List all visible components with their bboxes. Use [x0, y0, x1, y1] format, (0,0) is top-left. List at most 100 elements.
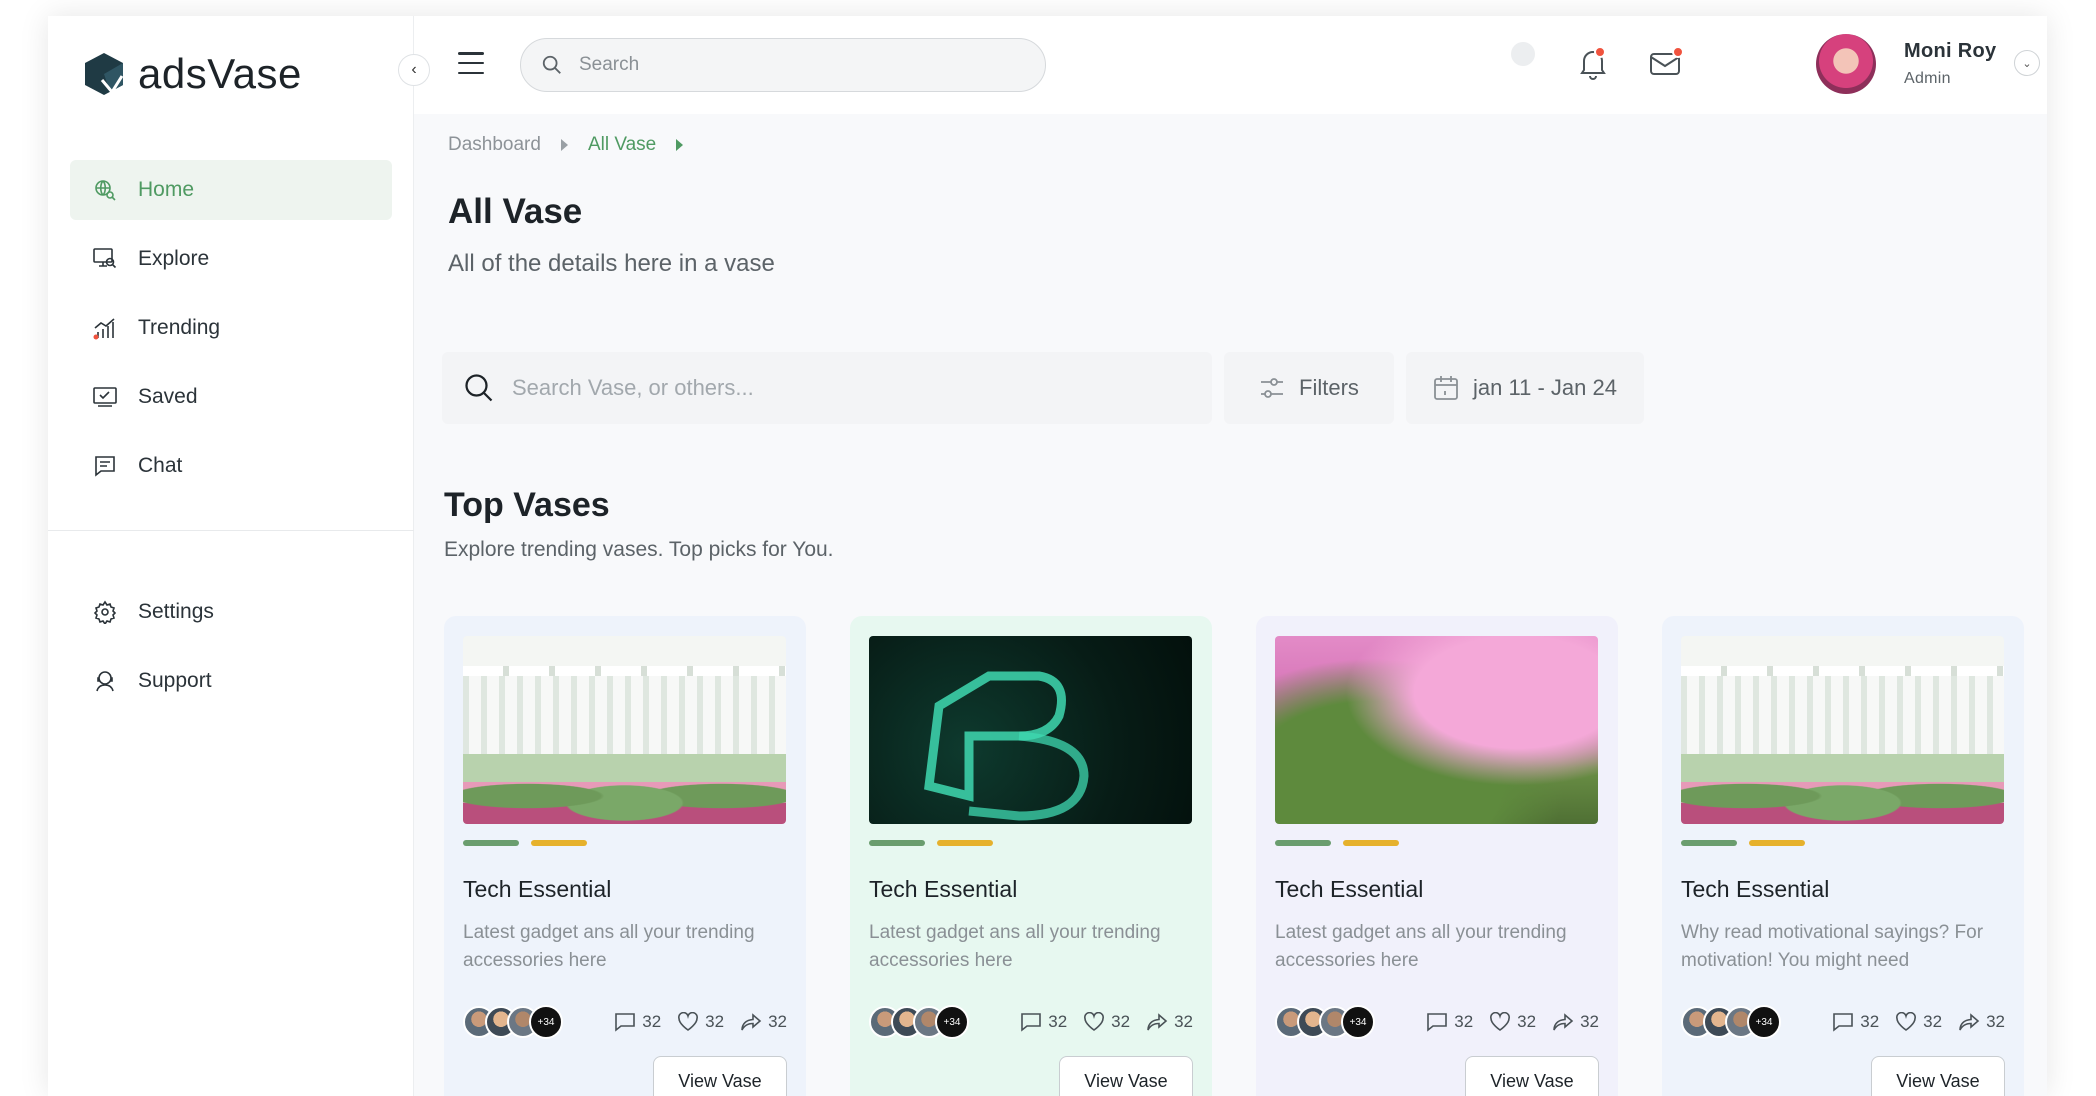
- app-window: adsVase Home Explore Trending Saved Chat…: [48, 16, 2047, 1096]
- card-meta: +34 32 32 32: [869, 1005, 1193, 1039]
- avatar-more-count: +34: [529, 1005, 563, 1039]
- sidebar-secondary-nav: Settings Support: [70, 582, 392, 720]
- comments-stat[interactable]: 32: [614, 1012, 661, 1032]
- likes-count: 32: [1111, 1012, 1131, 1031]
- comments-stat[interactable]: 32: [1832, 1012, 1879, 1032]
- sidebar-item-home[interactable]: Home: [70, 160, 392, 220]
- page-subtitle: All of the details here in a vase: [448, 250, 775, 277]
- user-menu-button[interactable]: ⌄: [2014, 50, 2040, 76]
- card-stats: 32 32 32: [1832, 1012, 2005, 1032]
- likes-stat[interactable]: 32: [1083, 1012, 1130, 1032]
- avatar-more-count: +34: [1747, 1005, 1781, 1039]
- sidebar-item-label: Support: [138, 669, 212, 692]
- chevron-left-icon: ‹: [411, 61, 417, 78]
- card-meta: +34 32 32 32: [1681, 1005, 2005, 1039]
- sidebar-item-saved[interactable]: Saved: [70, 367, 392, 427]
- vase-search-input[interactable]: [512, 375, 1152, 401]
- card-stats: 32 32 32: [1020, 1012, 1193, 1032]
- vase-card: Tech Essential Latest gadget ans all you…: [850, 616, 1212, 1096]
- user-role: Admin: [1904, 70, 1951, 87]
- shares-stat[interactable]: 32: [740, 1012, 787, 1032]
- card-meta: +34 32 32 32: [1275, 1005, 1599, 1039]
- search-icon: [465, 374, 493, 402]
- share-icon: [1147, 1013, 1168, 1031]
- vase-cards: Tech Essential Latest gadget ans all you…: [444, 616, 2024, 1096]
- avatar-group[interactable]: +34: [869, 1005, 969, 1039]
- likes-stat[interactable]: 32: [1489, 1012, 1536, 1032]
- comment-icon: [615, 1013, 636, 1032]
- menu-icon[interactable]: [458, 52, 484, 74]
- sidebar-item-chat[interactable]: Chat: [70, 436, 392, 496]
- sidebar-item-trending[interactable]: Trending: [70, 298, 392, 358]
- shares-stat[interactable]: 32: [1146, 1012, 1193, 1032]
- sidebar-item-settings[interactable]: Settings: [70, 582, 392, 642]
- comments-stat[interactable]: 32: [1426, 1012, 1473, 1032]
- user-name: Moni Roy: [1904, 40, 1997, 62]
- date-range-button[interactable]: jan 11 - Jan 24: [1406, 352, 1644, 424]
- notification-badge: [1594, 46, 1606, 58]
- breadcrumb-all-vase[interactable]: All Vase: [588, 134, 656, 156]
- notification-button[interactable]: [1578, 46, 1608, 85]
- sidebar: adsVase Home Explore Trending Saved Chat…: [48, 16, 414, 1096]
- likes-count: 32: [705, 1012, 725, 1031]
- filters-button[interactable]: Filters: [1224, 352, 1394, 424]
- shares-count: 32: [1174, 1012, 1193, 1031]
- messages-button[interactable]: [1648, 46, 1684, 85]
- avatar-group[interactable]: +34: [463, 1005, 563, 1039]
- card-description: Latest gadget ans all your trending acce…: [869, 922, 1161, 971]
- breadcrumb: Dashboard All Vase: [448, 134, 689, 156]
- avatar-more-count: +34: [1341, 1005, 1375, 1039]
- card-stats: 32 32 32: [614, 1012, 787, 1032]
- sidebar-item-support[interactable]: Support: [70, 651, 392, 711]
- avatar-group[interactable]: +34: [1275, 1005, 1375, 1039]
- logo[interactable]: adsVase: [80, 50, 302, 98]
- collapse-sidebar-button[interactable]: ‹: [398, 54, 430, 86]
- chart-bars-icon: [92, 315, 118, 341]
- likes-stat[interactable]: 32: [677, 1012, 724, 1032]
- filters-label: Filters: [1299, 375, 1359, 400]
- comments-count: 32: [1454, 1012, 1474, 1031]
- vase-search-bar[interactable]: [442, 352, 1212, 424]
- breadcrumb-dashboard[interactable]: Dashboard: [448, 134, 541, 156]
- share-icon: [1959, 1013, 1980, 1031]
- sidebar-item-label: Saved: [138, 385, 198, 408]
- top-search-bar[interactable]: [520, 38, 1046, 92]
- avatar-group[interactable]: +34: [1681, 1005, 1781, 1039]
- shares-stat[interactable]: 32: [1958, 1012, 2005, 1032]
- shares-count: 32: [1580, 1012, 1599, 1031]
- sidebar-item-label: Settings: [138, 600, 214, 623]
- card-description: Why read motivational sayings? For motiv…: [1681, 922, 1984, 971]
- view-vase-button[interactable]: View Vase: [653, 1056, 787, 1096]
- card-progress: [1681, 840, 2005, 846]
- section-subtitle: Explore trending vases. Top picks for Yo…: [444, 538, 834, 561]
- top-search-input[interactable]: [579, 54, 1019, 76]
- avatar-more-count: +34: [935, 1005, 969, 1039]
- card-progress: [869, 840, 1193, 846]
- saved-monitor-icon: [92, 384, 118, 410]
- shares-stat[interactable]: 32: [1552, 1012, 1599, 1032]
- view-vase-button[interactable]: View Vase: [1871, 1056, 2005, 1096]
- user-avatar[interactable]: [1816, 34, 1876, 94]
- card-title: Tech Essential: [869, 876, 1018, 902]
- sidebar-item-label: Home: [138, 178, 195, 201]
- date-range-label: jan 11 - Jan 24: [1473, 375, 1617, 400]
- likes-stat[interactable]: 32: [1895, 1012, 1942, 1032]
- shares-count: 32: [768, 1012, 787, 1031]
- monitor-search-icon: [92, 246, 118, 272]
- sidebar-nav: Home Explore Trending Saved Chat: [70, 160, 392, 505]
- comments-stat[interactable]: 32: [1020, 1012, 1067, 1032]
- chevron-right-icon: [676, 139, 684, 151]
- gear-icon: [92, 599, 118, 625]
- view-vase-button[interactable]: View Vase: [1059, 1056, 1193, 1096]
- chevron-down-icon: ⌄: [2022, 57, 2032, 70]
- card-title: Tech Essential: [1681, 876, 1830, 902]
- likes-count: 32: [1517, 1012, 1537, 1031]
- heart-icon: [1896, 1012, 1917, 1031]
- comment-icon: [1021, 1013, 1042, 1032]
- view-vase-button[interactable]: View Vase: [1465, 1056, 1599, 1096]
- sidebar-item-explore[interactable]: Explore: [70, 229, 392, 289]
- comments-count: 32: [1048, 1012, 1068, 1031]
- chevron-right-icon: [560, 139, 568, 151]
- card-stats: 32 32 32: [1426, 1012, 1599, 1032]
- comments-count: 32: [1860, 1012, 1880, 1031]
